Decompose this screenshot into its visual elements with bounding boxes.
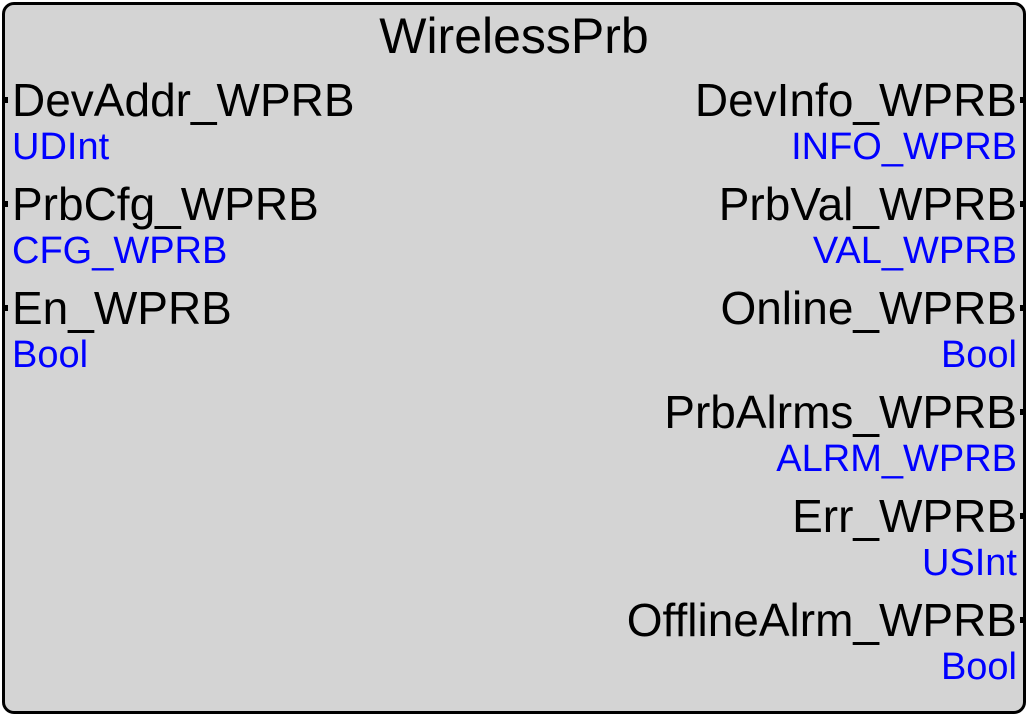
input-pin-connector[interactable] [2, 97, 8, 103]
output-pin-connector[interactable] [1020, 305, 1026, 311]
input-pin-connector[interactable] [2, 305, 8, 311]
output-type-prbalrms: ALRM_WPRB [776, 438, 1017, 480]
output-type-devinfo: INFO_WPRB [791, 126, 1017, 168]
output-pin-devinfo: DevInfo_WPRB [694, 74, 1017, 126]
input-type-prbcfg: CFG_WPRB [12, 230, 228, 272]
input-pin-prbcfg: PrbCfg_WPRB [12, 178, 319, 230]
output-pin-connector[interactable] [1020, 201, 1026, 207]
output-pin-prbalrms: PrbAlrms_WPRB [664, 386, 1017, 438]
input-type-devaddr: UDInt [12, 126, 110, 168]
output-pin-connector[interactable] [1020, 97, 1026, 103]
output-pin-connector[interactable] [1020, 617, 1026, 623]
output-pin-err: Err_WPRB [792, 490, 1017, 542]
input-pin-devaddr: DevAddr_WPRB [12, 74, 355, 126]
output-pin-offlinealrm: OfflineAlrm_WPRB [626, 594, 1017, 646]
output-pin-connector[interactable] [1020, 513, 1026, 519]
output-type-online: Bool [940, 334, 1017, 376]
block-title: WirelessPrb [379, 8, 649, 64]
output-type-prbval: VAL_WPRB [812, 230, 1017, 272]
output-pin-online: Online_WPRB [720, 282, 1017, 334]
output-type-err: USInt [921, 542, 1017, 584]
input-type-en: Bool [12, 334, 89, 376]
function-block[interactable]: WirelessPrb DevAddr_WPRB UDInt PrbCfg_WP… [2, 2, 1026, 714]
output-pin-connector[interactable] [1020, 409, 1026, 415]
input-pin-en: En_WPRB [12, 282, 232, 334]
input-pin-connector[interactable] [2, 201, 8, 207]
output-pin-prbval: PrbVal_WPRB [718, 178, 1017, 230]
output-type-offlinealrm: Bool [940, 646, 1017, 688]
